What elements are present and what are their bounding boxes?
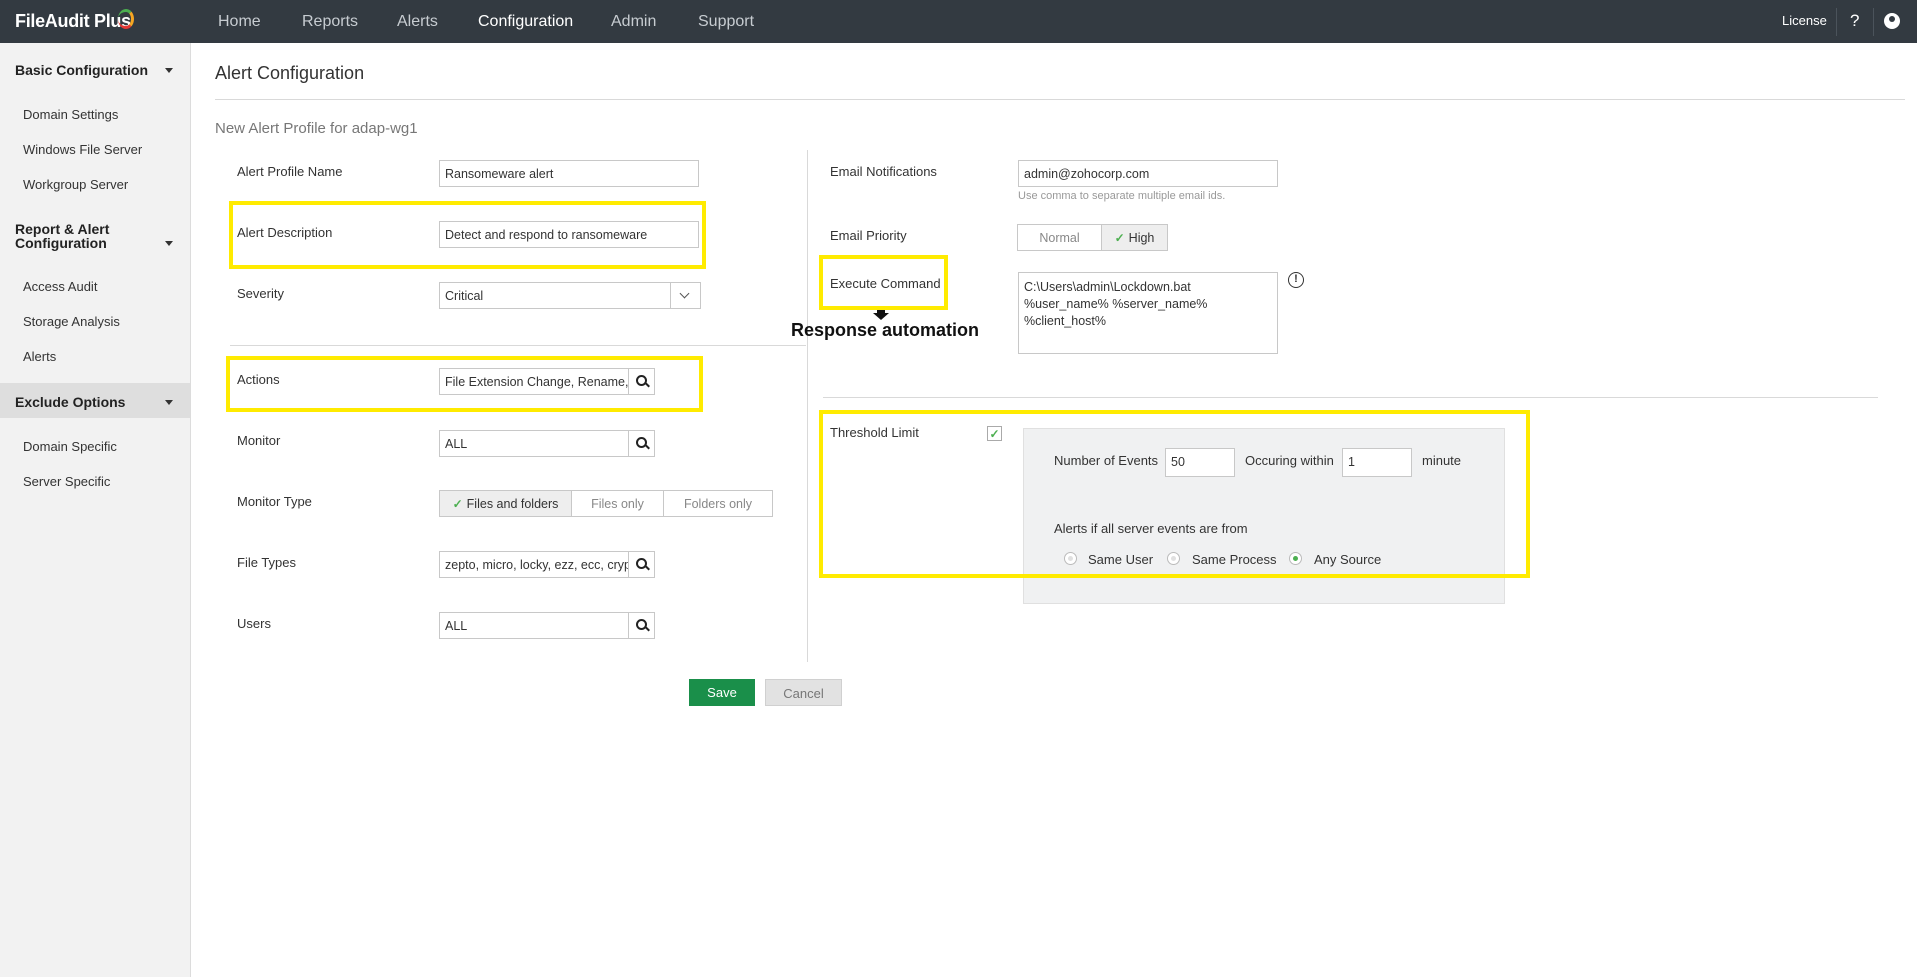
email-input[interactable]: admin@zohocorp.com [1018, 160, 1278, 187]
users-input[interactable]: ALL [439, 612, 629, 639]
top-navigation-bar: FileAudit Plus Home Reports Alerts Confi… [0, 0, 1917, 43]
highlight-box [226, 356, 703, 412]
profile-name-label: Alert Profile Name [237, 164, 343, 179]
monitor-type-folders-only[interactable]: Folders only [663, 490, 773, 517]
page-subtitle: New Alert Profile for adap-wg1 [215, 120, 418, 137]
logo-arc-icon [118, 9, 134, 29]
divider [215, 99, 1905, 100]
execute-command-textarea[interactable]: C:\Users\admin\Lockdown.bat %user_name% … [1018, 272, 1278, 354]
user-avatar-icon[interactable] [1884, 13, 1900, 29]
segment-label: Files and folders [466, 497, 559, 511]
nav-reports[interactable]: Reports [302, 13, 358, 31]
chevron-down-icon[interactable] [165, 400, 173, 405]
users-label: Users [237, 616, 271, 631]
priority-high[interactable]: ✓ High [1101, 224, 1168, 251]
search-icon [636, 619, 647, 630]
nav-support[interactable]: Support [698, 13, 754, 31]
segment-label: High [1128, 231, 1155, 245]
severity-label: Severity [237, 286, 284, 301]
nav-alerts[interactable]: Alerts [397, 13, 438, 31]
highlight-box [229, 201, 706, 269]
nav-admin[interactable]: Admin [611, 13, 656, 31]
monitor-type-files-only[interactable]: Files only [571, 490, 664, 517]
divider [230, 345, 806, 346]
info-icon[interactable]: ! [1288, 272, 1304, 288]
users-lookup-button[interactable] [628, 612, 655, 639]
highlight-box [819, 410, 1530, 578]
monitor-lookup-button[interactable] [628, 430, 655, 457]
monitor-type-files-and-folders[interactable]: ✓ Files and folders [439, 490, 572, 517]
email-priority-label: Email Priority [830, 228, 907, 243]
sidebar: Basic Configuration Domain Settings Wind… [0, 43, 191, 977]
nav-configuration[interactable]: Configuration [478, 13, 573, 31]
monitor-type-label: Monitor Type [237, 494, 312, 509]
sidebar-item-domain-settings[interactable]: Domain Settings [23, 107, 118, 122]
sidebar-section-report-alert-configuration[interactable]: Report & Alert Configuration [15, 222, 135, 250]
response-automation-annotation: Response automation [791, 320, 980, 340]
sidebar-section-exclude-options[interactable]: Exclude Options [15, 394, 125, 410]
profile-name-input[interactable]: Ransomeware alert [439, 160, 699, 187]
divider [823, 397, 1878, 398]
sidebar-item-alerts[interactable]: Alerts [23, 349, 56, 364]
cancel-button[interactable]: Cancel [765, 679, 842, 706]
sidebar-item-domain-specific[interactable]: Domain Specific [23, 439, 117, 454]
chevron-down-icon[interactable] [165, 241, 173, 246]
email-label: Email Notifications [830, 164, 937, 179]
chevron-down-icon[interactable] [165, 68, 173, 73]
arrow-head-icon [873, 313, 889, 320]
severity-select[interactable]: Critical [439, 282, 701, 309]
check-icon: ✓ [1114, 231, 1125, 245]
chevron-down-icon[interactable] [670, 283, 700, 308]
severity-value: Critical [445, 289, 484, 303]
help-icon[interactable]: ? [1850, 11, 1859, 31]
sidebar-item-server-specific[interactable]: Server Specific [23, 474, 110, 489]
save-button[interactable]: Save [689, 679, 755, 706]
sidebar-item-storage-analysis[interactable]: Storage Analysis [23, 314, 120, 329]
check-icon: ✓ [452, 497, 463, 511]
sidebar-item-workgroup-server[interactable]: Workgroup Server [23, 177, 128, 192]
app-logo[interactable]: FileAudit Plus [15, 11, 131, 32]
sidebar-item-windows-file-server[interactable]: Windows File Server [23, 142, 142, 157]
column-divider [807, 150, 808, 662]
file-types-input[interactable]: zepto, micro, locky, ezz, ecc, cryp [439, 551, 629, 578]
search-icon [636, 558, 647, 569]
search-icon [636, 437, 647, 448]
divider [1836, 8, 1837, 36]
file-types-lookup-button[interactable] [628, 551, 655, 578]
monitor-label: Monitor [237, 433, 281, 448]
page-title: Alert Configuration [215, 63, 365, 83]
highlight-box [819, 255, 948, 310]
sidebar-section-basic-configuration[interactable]: Basic Configuration [15, 62, 148, 78]
file-types-label: File Types [237, 555, 297, 570]
divider [1873, 8, 1874, 36]
license-link[interactable]: License [1782, 13, 1827, 28]
sidebar-item-access-audit[interactable]: Access Audit [23, 279, 97, 294]
priority-normal[interactable]: Normal [1017, 224, 1102, 251]
email-hint: Use comma to separate multiple email ids… [1018, 190, 1226, 202]
nav-home[interactable]: Home [218, 13, 261, 31]
monitor-input[interactable]: ALL [439, 430, 629, 457]
